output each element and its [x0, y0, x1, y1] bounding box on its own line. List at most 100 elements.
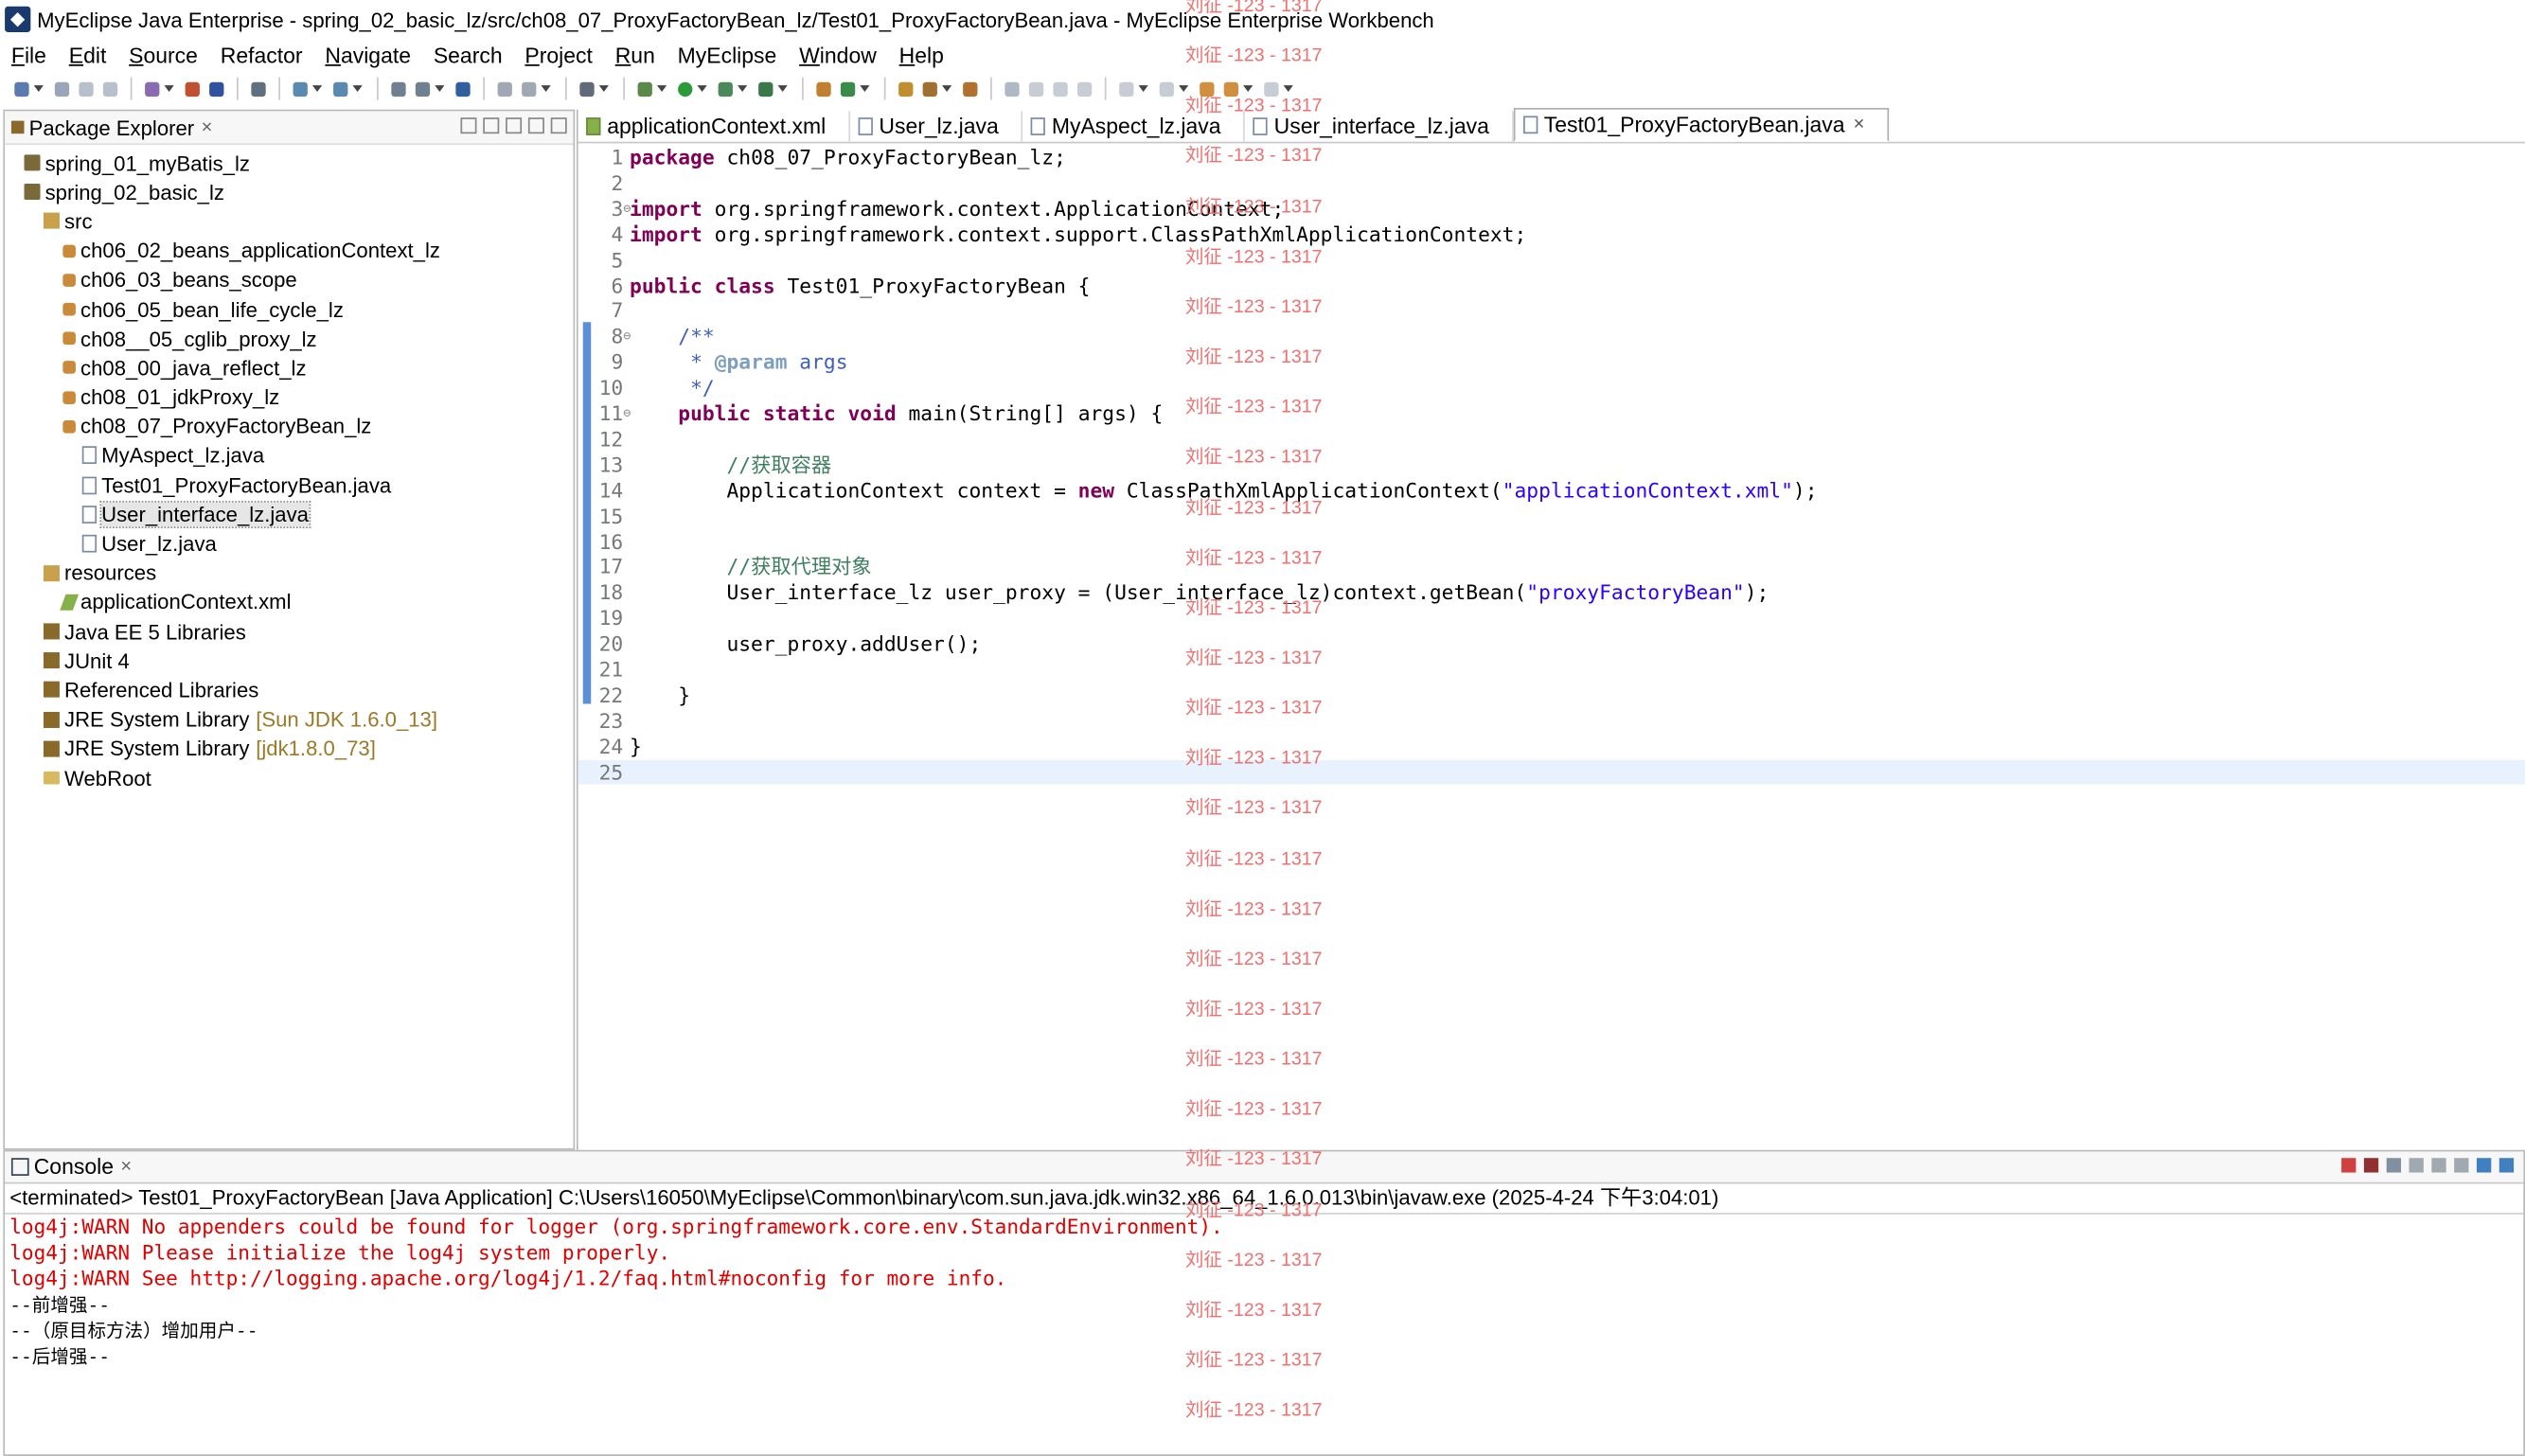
tree-item[interactable]: Referenced Libraries [5, 675, 573, 704]
class-dropdown-icon[interactable] [860, 85, 870, 92]
external-tools-dropdown-icon[interactable] [777, 85, 788, 92]
db-icon[interactable] [391, 80, 406, 97]
code-line[interactable]: 23 [578, 708, 2525, 734]
open-folder-icon[interactable] [898, 80, 914, 97]
terminal-dropdown-icon[interactable] [598, 85, 609, 92]
editor-tab[interactable]: Test01_ProxyFactoryBean.java ✕ [1513, 107, 1890, 142]
run-icon[interactable] [678, 80, 693, 97]
save-all-icon[interactable] [79, 80, 94, 97]
console-title[interactable]: Console [34, 1155, 114, 1180]
code-line[interactable]: 5 [578, 247, 2525, 273]
tree-item[interactable]: ch08_00_java_reflect_lz [5, 353, 573, 382]
tree-item[interactable]: User_interface_lz.java [5, 500, 573, 529]
code-line[interactable]: 15 [578, 504, 2525, 529]
tree-item[interactable]: ch06_03_beans_scope [5, 265, 573, 294]
menu-help[interactable]: Help [888, 43, 955, 67]
close-view-icon[interactable]: ✕ [201, 118, 213, 136]
code-line[interactable]: 2 [578, 170, 2525, 196]
forward-dropdown-icon[interactable] [1283, 85, 1293, 92]
tree-item[interactable]: applicationContext.xml [5, 588, 573, 617]
back-dropdown-icon[interactable] [1243, 85, 1254, 92]
tree-item[interactable]: JRE System Library [Sun JDK 1.6.0_13] [5, 704, 573, 734]
code-line[interactable]: 16 [578, 529, 2525, 555]
back-icon[interactable] [1223, 80, 1238, 97]
collapse-all-icon[interactable] [460, 117, 477, 134]
code-line[interactable]: 21 [578, 657, 2525, 683]
annotation-icon[interactable] [1005, 80, 1020, 97]
tree-item[interactable]: MyAspect_lz.java [5, 441, 573, 471]
search-icon[interactable] [963, 80, 978, 97]
tree-item[interactable]: JRE System Library [jdk1.8.0_73] [5, 734, 573, 763]
mark-dropdown-icon[interactable] [942, 85, 952, 92]
scroll-lock-icon[interactable] [2431, 1158, 2446, 1173]
browser-icon[interactable] [209, 80, 224, 97]
menu-source[interactable]: Source [117, 43, 209, 67]
deploy-icon[interactable] [145, 80, 160, 97]
terminate-icon[interactable] [2341, 1158, 2356, 1173]
print-icon[interactable] [102, 80, 118, 97]
code-line[interactable]: 18 User_interface_lz user_proxy = (User_… [578, 580, 2525, 606]
tree-item[interactable]: src [5, 206, 573, 236]
close-console-icon[interactable]: ✕ [120, 1158, 133, 1176]
code-line[interactable]: 22 } [578, 683, 2525, 708]
save-icon[interactable] [54, 80, 70, 97]
menu-file[interactable]: File [0, 43, 58, 67]
package-explorer-title[interactable]: Package Explorer [29, 115, 195, 140]
db-explorer-icon[interactable] [415, 80, 431, 97]
tree-item[interactable]: ch08_07_ProxyFactoryBean_lz [5, 412, 573, 441]
tree-item[interactable]: spring_02_basic_lz [5, 177, 573, 206]
new-wizard-icon[interactable] [293, 80, 308, 97]
code-editor[interactable]: 1 package ch08_07_ProxyFactoryBean_lz; 2 3 ⊖… [578, 143, 2525, 1150]
open-task-icon[interactable] [522, 80, 537, 97]
tree-item[interactable]: ch08__05_cglib_proxy_lz [5, 324, 573, 353]
debug-icon[interactable] [637, 80, 652, 97]
db-dropdown-icon[interactable] [435, 85, 445, 92]
server-icon[interactable] [185, 80, 200, 97]
menu-edit[interactable]: Edit [58, 43, 117, 67]
next-annotation-dropdown-icon[interactable] [1138, 85, 1148, 92]
close-tab-icon[interactable]: ✕ [1853, 115, 1865, 133]
coverage-icon[interactable] [718, 80, 733, 97]
last-edit-icon[interactable] [1200, 80, 1215, 97]
prev-annotation-icon[interactable] [1159, 80, 1174, 97]
console-icon[interactable] [251, 80, 266, 97]
minimize-icon[interactable] [527, 117, 544, 134]
editor-tab[interactable]: MyAspect_lz.java [1022, 111, 1246, 142]
code-line[interactable]: 14 ApplicationContext context = new Clas… [578, 478, 2525, 504]
block-select-icon[interactable] [1076, 80, 1093, 97]
new-web-icon[interactable] [333, 80, 348, 97]
next-annotation-icon[interactable] [1119, 80, 1134, 97]
code-line[interactable]: 4 import org.springframework.context.supp… [578, 222, 2525, 247]
coverage-dropdown-icon[interactable] [738, 85, 748, 92]
view-menu-icon[interactable] [506, 117, 523, 134]
new-package-icon[interactable] [816, 80, 831, 97]
code-line[interactable]: 24} [578, 734, 2525, 759]
tree-item[interactable]: Test01_ProxyFactoryBean.java [5, 471, 573, 500]
code-line[interactable]: 13 //获取容器 [578, 453, 2525, 478]
tree-item[interactable]: spring_01_myBatis_lz [5, 149, 573, 178]
link-with-editor-icon[interactable] [483, 117, 500, 134]
code-line[interactable]: 11 ⊖ public static void main(String[] arg… [578, 401, 2525, 427]
remove-launch-icon[interactable] [2363, 1158, 2379, 1173]
tree-item[interactable]: resources [5, 559, 573, 588]
tree-item[interactable]: ch08_01_jdkProxy_lz [5, 382, 573, 412]
menu-window[interactable]: Window [788, 43, 888, 67]
menu-refactor[interactable]: Refactor [209, 43, 314, 67]
tree-item[interactable]: Java EE 5 Libraries [5, 617, 573, 647]
code-line[interactable]: 25 [578, 759, 2525, 786]
code-line[interactable]: 20 user_proxy.addUser(); [578, 631, 2525, 657]
show-whitespace-icon[interactable] [1053, 80, 1068, 97]
code-line[interactable]: 17 //获取代理对象 [578, 555, 2525, 580]
code-line[interactable]: 9 * @param args [578, 350, 2525, 376]
tree-item[interactable]: JUnit 4 [5, 647, 573, 676]
menu-navigate[interactable]: Navigate [313, 43, 421, 67]
open-type-icon[interactable] [497, 80, 512, 97]
terminal-icon[interactable] [579, 80, 595, 97]
editor-tab[interactable]: User_interface_lz.java [1245, 111, 1514, 142]
globe-icon[interactable] [455, 80, 471, 97]
web-dropdown-icon[interactable] [352, 85, 363, 92]
debug-dropdown-icon[interactable] [656, 85, 667, 92]
toggle-mark-icon[interactable] [922, 80, 937, 97]
tree-item[interactable]: WebRoot [5, 763, 573, 792]
new-icon[interactable] [14, 80, 29, 97]
